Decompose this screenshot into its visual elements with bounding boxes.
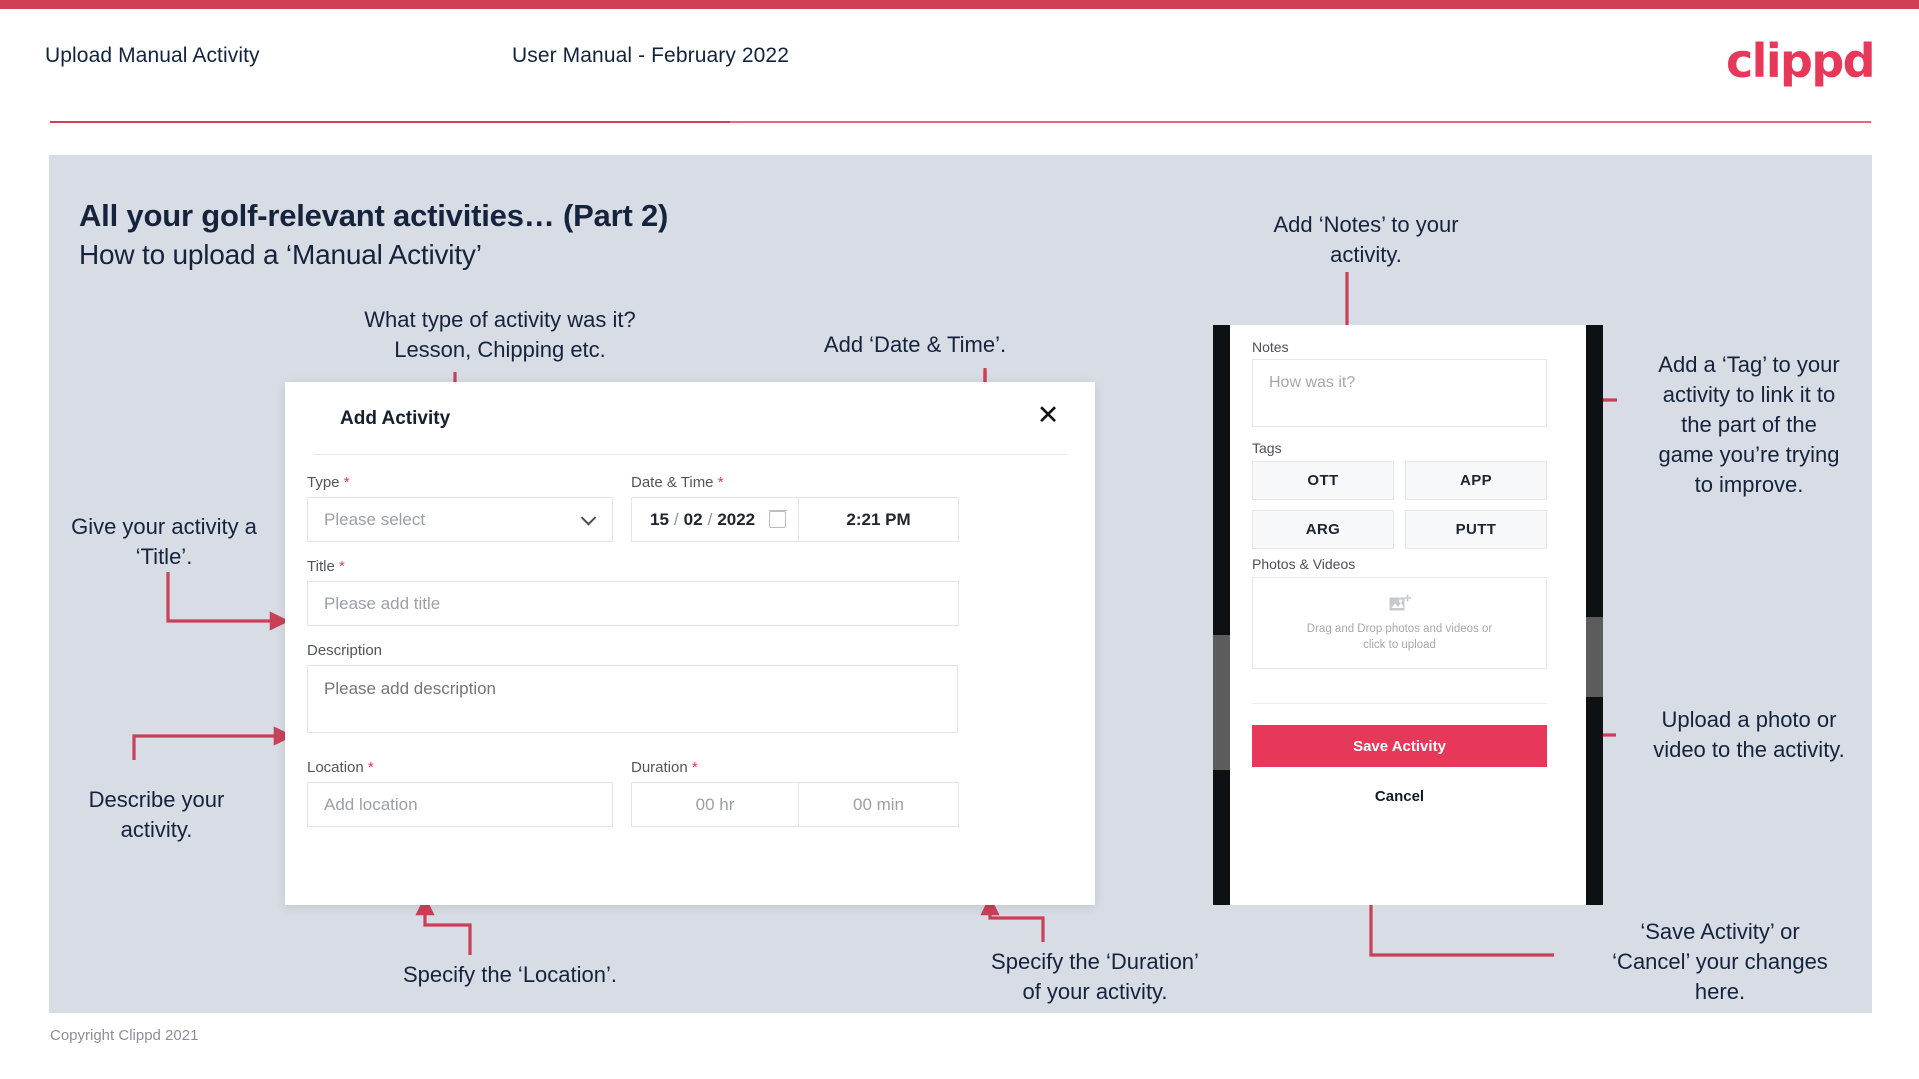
date-input[interactable]: 15 / 02 / 2022 [631, 497, 799, 542]
phone-mockup: Notes How was it? Tags OTT APP ARG PUTT … [1213, 325, 1603, 905]
type-select[interactable]: Please select [307, 497, 613, 542]
annotation-type: What type of activity was it? Lesson, Chi… [364, 307, 636, 362]
location-label-text: Location [307, 759, 364, 776]
add-image-icon [1389, 594, 1411, 610]
duration-hours-value: 00 hr [695, 794, 735, 814]
required-asterisk: * [339, 474, 350, 491]
tag-button-putt[interactable]: PUTT [1405, 510, 1547, 549]
tag-label: OTT [1307, 472, 1339, 489]
description-field-label: Description [307, 642, 382, 659]
page-title: Upload Manual Activity [45, 44, 260, 67]
phone-side-button [1586, 617, 1603, 697]
slide-subtitle: How to upload a ‘Manual Activity’ [79, 239, 482, 270]
header-rule-right [730, 121, 1871, 123]
close-icon[interactable]: ✕ [1033, 402, 1063, 432]
type-field-label: Type * [307, 474, 350, 491]
annotation-title: Give your activity a ‘Title’. [71, 514, 257, 569]
location-placeholder: Add location [324, 794, 418, 814]
header-rule-left [50, 121, 730, 123]
slide-title: All your golf-relevant activities… (Part… [79, 198, 669, 233]
annotation-description: Describe your activity. [88, 787, 225, 842]
date-separator: / [707, 509, 713, 529]
title-field-label: Title * [307, 558, 345, 575]
duration-minutes-input[interactable]: 00 min [799, 782, 959, 827]
description-input[interactable] [307, 665, 958, 733]
photos-label: Photos & Videos [1252, 556, 1356, 572]
phone-side-button [1213, 635, 1230, 770]
save-activity-button[interactable]: Save Activity [1252, 725, 1547, 767]
footer-copyright: Copyright Clippd 2021 [50, 1027, 199, 1044]
required-asterisk: * [363, 759, 374, 776]
slide-page: Upload Manual Activity User Manual - Feb… [0, 0, 1919, 1079]
required-asterisk: * [687, 759, 698, 776]
phone-right-edge [1586, 325, 1603, 905]
location-input[interactable]: Add location [307, 782, 613, 827]
date-separator: / [673, 509, 679, 529]
datetime-label-text: Date & Time [631, 474, 714, 491]
annotation-datetime: Add ‘Date & Time’. [823, 332, 1007, 357]
tag-button-arg[interactable]: ARG [1252, 510, 1394, 549]
tags-label: Tags [1252, 440, 1282, 456]
dialog-title: Add Activity [340, 408, 451, 429]
phone-screen: Notes How was it? Tags OTT APP ARG PUTT … [1230, 325, 1586, 905]
dropzone-line-1: Drag and Drop photos and videos or [1306, 622, 1493, 635]
header-subtitle: User Manual - February 2022 [512, 44, 789, 67]
annotation-tags: Add a ‘Tag’ to your activity to link it t… [1658, 352, 1840, 497]
tag-label: PUTT [1455, 521, 1497, 538]
cancel-button[interactable]: Cancel [1252, 783, 1547, 809]
add-activity-dialog: Add Activity ✕ Type * Please select Date… [285, 382, 1095, 905]
dropzone-text: Drag and Drop photos and videos or click… [1307, 621, 1492, 653]
title-label-text: Title [307, 558, 335, 575]
phone-left-edge [1213, 325, 1230, 905]
annotation-duration: Specify the ‘Duration’ of your activity. [991, 949, 1199, 1004]
photo-upload-dropzone[interactable]: Drag and Drop photos and videos or click… [1252, 577, 1547, 669]
required-asterisk: * [334, 558, 345, 575]
clippd-logo: clippd [1726, 34, 1876, 88]
title-input[interactable]: Please add title [307, 581, 959, 626]
dropzone-line-2: click to upload [1363, 638, 1436, 651]
annotation-photos: Upload a photo or video to the activity. [1653, 707, 1845, 762]
annotation-notes: Add ‘Notes’ to your activity. [1273, 212, 1459, 267]
top-accent-bar [0, 0, 1919, 9]
tag-label: APP [1459, 472, 1493, 489]
annotation-location: Specify the ‘Location’. [402, 962, 618, 987]
tag-button-app[interactable]: APP [1405, 461, 1547, 500]
type-placeholder: Please select [324, 509, 426, 529]
duration-hours-input[interactable]: 00 hr [631, 782, 799, 827]
location-field-label: Location * [307, 759, 374, 776]
time-input[interactable]: 2:21 PM [799, 497, 959, 542]
date-day: 15 [650, 509, 669, 529]
title-placeholder: Please add title [324, 593, 441, 613]
duration-label-text: Duration [631, 759, 688, 776]
datetime-field-label: Date & Time * [631, 474, 724, 491]
duration-field-label: Duration * [631, 759, 698, 776]
annotation-save: ‘Save Activity’ or ‘Cancel’ your changes h… [1612, 919, 1828, 1004]
notes-input[interactable]: How was it? [1252, 359, 1547, 427]
tag-label: ARG [1305, 521, 1341, 538]
date-year: 2022 [717, 509, 756, 529]
date-month: 02 [683, 509, 703, 529]
notes-placeholder: How was it? [1269, 374, 1356, 391]
chevron-down-icon [580, 509, 597, 526]
time-value: 2:21 PM [846, 509, 911, 529]
tag-button-ott[interactable]: OTT [1252, 461, 1394, 500]
duration-minutes-value: 00 min [852, 794, 905, 814]
dialog-divider [313, 454, 1067, 455]
notes-label: Notes [1252, 339, 1289, 355]
phone-divider [1252, 703, 1547, 704]
required-asterisk: * [713, 474, 724, 491]
description-label-text: Description [307, 642, 383, 659]
calendar-icon[interactable] [768, 510, 787, 528]
type-label-text: Type [307, 474, 340, 491]
